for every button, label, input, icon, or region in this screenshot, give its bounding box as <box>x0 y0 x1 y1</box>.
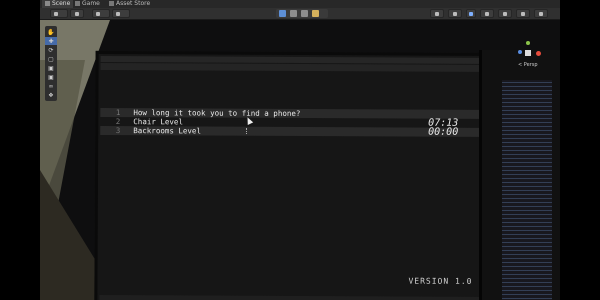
text-line: 3 Backrooms Level 00:00 <box>100 125 499 138</box>
letterbox-left <box>0 0 40 300</box>
camera-button[interactable] <box>430 9 444 18</box>
editor-tool-icon[interactable]: ❖ <box>45 91 57 99</box>
tab-scene-label: Scene <box>52 0 71 7</box>
rect-tool-icon[interactable]: ▣ <box>45 64 57 72</box>
bulb-icon <box>469 12 473 16</box>
side-monitor-list <box>502 80 552 300</box>
tool-palette: ✋ ✚ ⟳ ▢ ▣ ▣ ∞ ❖ <box>45 26 57 101</box>
audio-button[interactable] <box>516 9 530 18</box>
lighting-toggle[interactable] <box>112 9 130 18</box>
line-text: Backrooms Level <box>133 126 202 136</box>
monitor-text-area: 1 How long it took you to find a phone? … <box>100 107 499 138</box>
gizmo-icon[interactable] <box>301 10 308 17</box>
monitor-iconbar <box>100 62 499 73</box>
game-icon <box>75 1 80 6</box>
transform-tool-icon[interactable]: ▣ <box>45 73 57 81</box>
screenshot-frame: Scene Game Asset Store ✋ ✚ ⟳ ▢ ▣ ▣ ∞ ❖ 1… <box>0 0 600 300</box>
scale-tool-icon[interactable]: ▢ <box>45 55 57 63</box>
scene-icon <box>45 1 50 6</box>
tools-button[interactable] <box>480 9 494 18</box>
light-icon <box>116 12 120 16</box>
layers-icon <box>539 12 543 16</box>
store-icon <box>109 1 114 6</box>
view-options <box>276 9 328 18</box>
move-button[interactable] <box>498 9 512 18</box>
perspective-label[interactable]: < Persp <box>518 62 538 68</box>
move-tool-icon[interactable]: ✚ <box>45 37 57 45</box>
draw-mode-button[interactable] <box>70 9 84 18</box>
camera-icon <box>435 12 439 16</box>
line-number: 1 <box>115 108 121 118</box>
custom-tool-icon[interactable]: ∞ <box>45 82 57 90</box>
grid-toggle-icon[interactable] <box>290 10 297 17</box>
toggle-2d-button[interactable] <box>92 9 110 18</box>
version-label: VERSION 1.0 <box>408 276 473 286</box>
rotate-tool-icon[interactable]: ⟳ <box>45 46 57 54</box>
grid-icon <box>96 12 100 16</box>
scene-toolbar <box>40 8 560 20</box>
visibility-button[interactable] <box>448 9 462 18</box>
cursor-trail <box>246 128 249 134</box>
hand-tool-icon[interactable]: ✋ <box>45 28 57 36</box>
in-game-monitor: 1 How long it took you to find a phone? … <box>94 50 507 300</box>
axis-x-icon[interactable] <box>536 51 541 56</box>
tab-game[interactable]: Game <box>72 0 103 8</box>
line-number: 3 <box>115 126 121 136</box>
tab-asset-store[interactable]: Asset Store <box>106 0 153 8</box>
axis-center-icon[interactable] <box>525 50 531 56</box>
line-number: 2 <box>115 117 121 127</box>
shading-mode-dropdown[interactable] <box>50 9 68 18</box>
audio-icon <box>521 12 525 16</box>
axis-z-icon[interactable] <box>518 50 522 54</box>
tab-game-label: Game <box>82 0 100 7</box>
light-bulb-button[interactable] <box>466 9 476 18</box>
effects-icon[interactable] <box>312 10 319 17</box>
line-text: Chair Level <box>133 117 183 127</box>
move-icon <box>503 12 507 16</box>
tab-scene[interactable]: Scene <box>42 0 74 8</box>
scene-gizmo[interactable]: < Persp <box>512 38 546 74</box>
tab-bar: Scene Game Asset Store <box>40 0 560 8</box>
letterbox-right <box>560 0 600 300</box>
tab-asset-store-label: Asset Store <box>116 0 151 7</box>
line-time: 00:00 <box>428 126 459 138</box>
monitor-statusbar <box>99 294 498 300</box>
side-monitor <box>479 50 560 300</box>
view-icon[interactable] <box>279 10 286 17</box>
shading-icon <box>54 12 58 16</box>
axis-y-icon[interactable] <box>526 41 530 45</box>
draw-mode-icon <box>75 12 79 16</box>
scene-viewport[interactable]: ✋ ✚ ⟳ ▢ ▣ ▣ ∞ ❖ 1 How long it took you t… <box>40 20 560 300</box>
layers-button[interactable] <box>534 9 548 18</box>
unity-editor: Scene Game Asset Store ✋ ✚ ⟳ ▢ ▣ ▣ ∞ ❖ 1… <box>40 0 560 300</box>
eye-icon <box>453 12 457 16</box>
tools-icon <box>485 12 489 16</box>
